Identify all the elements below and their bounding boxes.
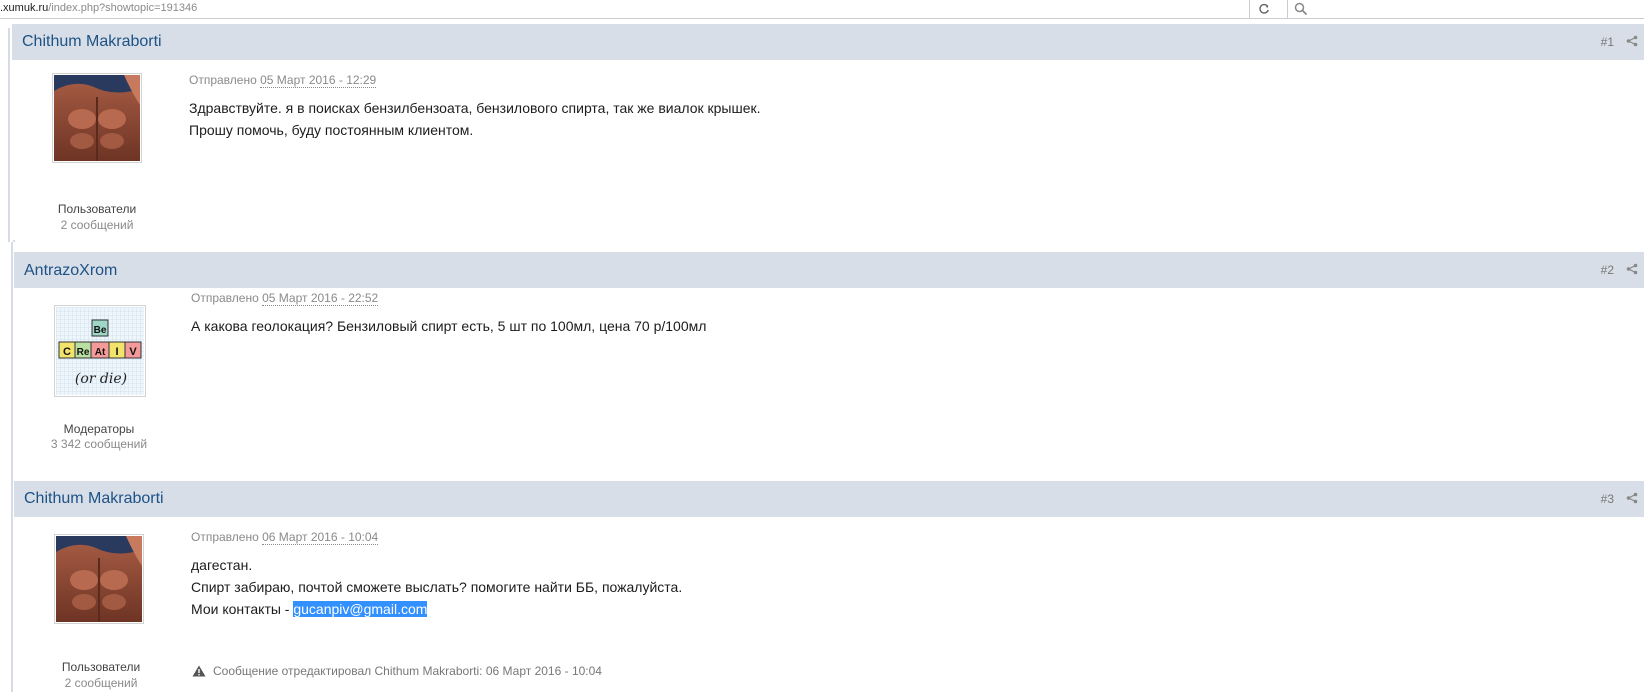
posted-label: Отправлено [189,73,257,87]
post-content: дагестан. Спирт забираю, почтой сможете … [191,554,682,620]
posted-info: Отправлено 06 Март 2016 - 10:04 [191,530,379,545]
browser-search-box[interactable] [1287,0,1644,18]
posted-label: Отправлено [191,530,259,544]
post-text-line-contacts: Мои контакты - gucanpiv@gmail.com [191,598,682,620]
member-group: Модераторы [63,422,135,436]
svg-text:C: C [63,346,71,358]
post-text-line: Здравствуйте. я в поисках бензилбензоата… [189,100,761,116]
post-number-link[interactable]: #2 [1601,263,1614,277]
author-name-link[interactable]: AntrazoXrom [24,261,117,281]
search-icon [1294,2,1308,16]
post-number-link[interactable]: #1 [1601,35,1614,49]
share-icon[interactable] [1626,35,1638,47]
post-body: Be C Re At I V (or die) Модераторы 3 342… [14,288,1644,460]
avatar[interactable] [54,534,144,624]
reload-icon [1259,3,1269,14]
warning-icon [192,665,206,677]
svg-text:V: V [129,346,137,358]
forum-post: AntrazoXrom #2 Be C Re At I V (or die) М… [14,252,1644,460]
member-group: Пользователи [61,660,141,674]
post-header: Chithum Makraborti #1 [12,24,1644,60]
post-number-link[interactable]: #3 [1601,492,1614,506]
post-text-line: Прошу помочь, буду постоянным клиентом. [189,122,474,138]
share-icon[interactable] [1626,492,1638,504]
left-border-line [8,28,10,242]
avatar-photo [56,536,142,622]
author-name-link[interactable]: Chithum Makraborti [24,489,164,509]
avatar[interactable] [52,73,142,163]
browser-address-bar[interactable]: .xumuk.ru/index.php?showtopic=191346 [0,0,1644,19]
post-body: Пользователи 2 сообщений Отправлено 05 М… [12,60,1644,240]
posted-date: 05 Март 2016 - 12:29 [260,73,377,88]
post-content: А какова геолокация? Бензиловый спирт ес… [191,315,706,337]
svg-text:I: I [115,346,118,358]
author-name-link[interactable]: Chithum Makraborti [22,32,162,52]
post-text-line: дагестан. [191,557,253,573]
member-group: Пользователи [57,202,137,216]
avatar-photo [54,75,140,161]
svg-text:Be: Be [94,325,107,336]
posted-date: 05 Март 2016 - 22:52 [262,291,379,306]
contacts-label: Мои контакты - [191,601,294,617]
forum-post: Chithum Makraborti #3 Пользователи 2 соо… [14,481,1644,690]
url-host: .xumuk.ru [0,2,49,14]
posted-info: Отправлено 05 Март 2016 - 12:29 [189,73,377,88]
post-body: Пользователи 2 сообщений Отправлено 06 М… [14,517,1644,690]
post-text-line: А какова геолокация? Бензиловый спирт ес… [191,318,707,334]
post-header: Chithum Makraborti #3 [14,481,1644,517]
url-separator [1249,0,1250,18]
post-header: AntrazoXrom #2 [14,252,1644,288]
post-text-line: Спирт забираю, почтой сможете выслать? п… [191,579,683,595]
url-text[interactable]: .xumuk.ru/index.php?showtopic=191346 [0,1,197,15]
email-link[interactable]: gucanpiv@gmail.com [293,601,428,617]
left-border-line [11,242,13,692]
svg-text:Re: Re [77,347,90,358]
forum-post: Chithum Makraborti #1 Пользователи 2 соо… [12,24,1644,240]
url-path: /index.php?showtopic=191346 [48,2,198,14]
svg-text:(or die): (or die) [75,371,127,387]
posted-label: Отправлено [191,291,259,305]
message-count: 3 342 сообщений [50,437,148,451]
posted-info: Отправлено 05 Март 2016 - 22:52 [191,291,379,306]
svg-text:At: At [95,347,106,358]
message-count: 2 сообщений [60,218,134,232]
avatar[interactable]: Be C Re At I V (or die) [54,305,146,397]
avatar-be-creativ: Be C Re At I V (or die) [56,307,144,395]
posted-date: 06 Март 2016 - 10:04 [262,530,379,545]
reload-button[interactable] [1252,0,1276,18]
message-count: 2 сообщений [64,676,138,690]
share-icon[interactable] [1626,263,1638,275]
post-content: Здравствуйте. я в поисках бензилбензоата… [189,97,761,141]
edit-note: Сообщение отредактировал Chithum Makrabo… [213,664,602,678]
